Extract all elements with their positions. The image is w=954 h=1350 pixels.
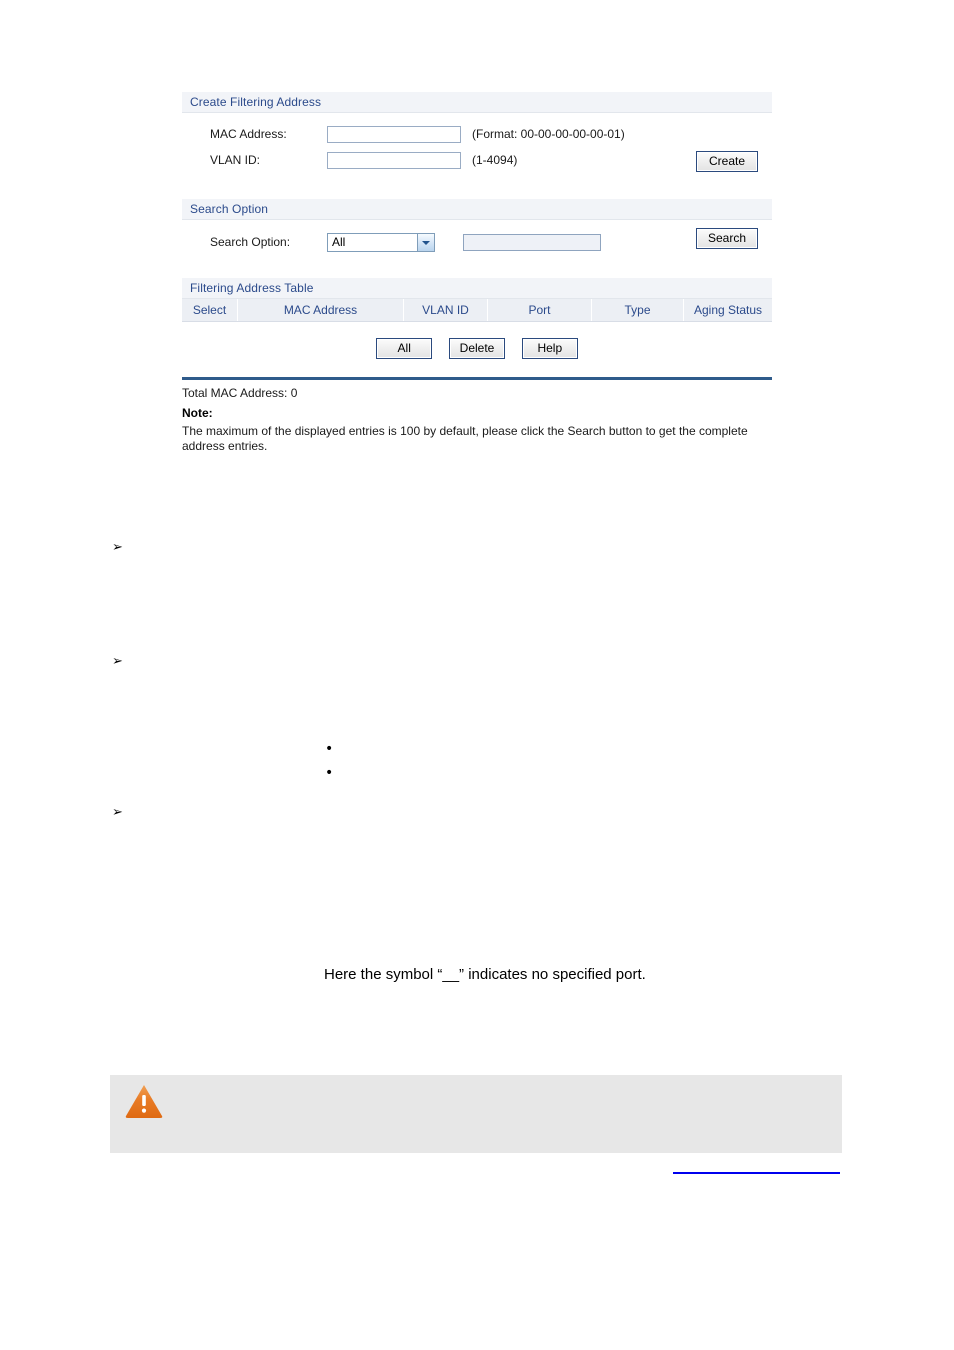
warning-callout xyxy=(110,1075,842,1153)
vlan-id-label: VLAN ID: xyxy=(210,153,261,167)
total-mac-address-count: Total MAC Address: 0 xyxy=(182,386,298,400)
chevron-down-icon[interactable] xyxy=(417,233,434,251)
vlan-id-input[interactable] xyxy=(327,151,461,169)
search-keyword-input[interactable] xyxy=(463,233,601,251)
create-filtering-address-header: Create Filtering Address xyxy=(182,92,772,113)
note-title: Note: xyxy=(182,406,213,420)
vlan-id-row: VLAN ID: (1-4094) xyxy=(182,147,772,173)
search-option-selected-value: All xyxy=(332,234,346,249)
select-all-button[interactable]: All xyxy=(376,338,433,359)
search-option-label: Search Option: xyxy=(210,235,291,249)
delete-button[interactable]: Delete xyxy=(448,338,506,359)
list-marker-bullet-2: • xyxy=(325,765,334,781)
mac-address-row: MAC Address: (Format: 00-00-00-00-00-01) xyxy=(182,113,772,147)
column-header-type: Type xyxy=(592,299,684,321)
vlan-id-range-hint: (1-4094) xyxy=(472,153,518,167)
table-column-header-row: Select MAC Address VLAN ID Port Type Agi… xyxy=(182,299,772,322)
list-marker-arrow-3: ➢ xyxy=(112,805,123,820)
column-header-mac-address: MAC Address xyxy=(238,299,404,321)
note-body: The maximum of the displayed entries is … xyxy=(182,424,748,453)
create-filtering-address-body: MAC Address: (Format: 00-00-00-00-00-01)… xyxy=(182,113,772,181)
filtering-address-screenshot: Create Filtering Address MAC Address: (F… xyxy=(182,92,772,454)
help-button[interactable]: Help xyxy=(521,338,578,359)
mac-address-label: MAC Address: xyxy=(210,127,287,141)
mac-address-format-hint: (Format: 00-00-00-00-00-01) xyxy=(472,127,625,141)
search-option-body: Search Option: All Search xyxy=(182,220,772,260)
footer-link[interactable] xyxy=(673,1158,840,1174)
search-button[interactable]: Search xyxy=(696,228,758,249)
list-marker-bullet-1: • xyxy=(325,741,334,757)
search-option-row: Search Option: All xyxy=(182,220,772,255)
column-header-select: Select xyxy=(182,299,238,321)
warning-triangle-icon xyxy=(125,1085,163,1118)
column-header-aging-status: Aging Status xyxy=(693,303,763,317)
column-header-vlan-id: VLAN ID xyxy=(404,299,488,321)
mac-address-input[interactable] xyxy=(327,125,461,143)
search-option-header: Search Option xyxy=(182,199,772,220)
list-marker-arrow-1: ➢ xyxy=(112,540,123,555)
table-action-buttons: All Delete Help xyxy=(182,322,772,373)
create-button[interactable]: Create xyxy=(696,151,758,172)
section-divider xyxy=(182,377,772,380)
no-specified-port-sentence: Here the symbol “__” indicates no specif… xyxy=(324,966,646,983)
list-marker-arrow-2: ➢ xyxy=(112,654,123,669)
search-option-select[interactable]: All xyxy=(327,232,435,252)
column-header-port: Port xyxy=(488,299,592,321)
filtering-address-table-header: Filtering Address Table xyxy=(182,278,772,299)
